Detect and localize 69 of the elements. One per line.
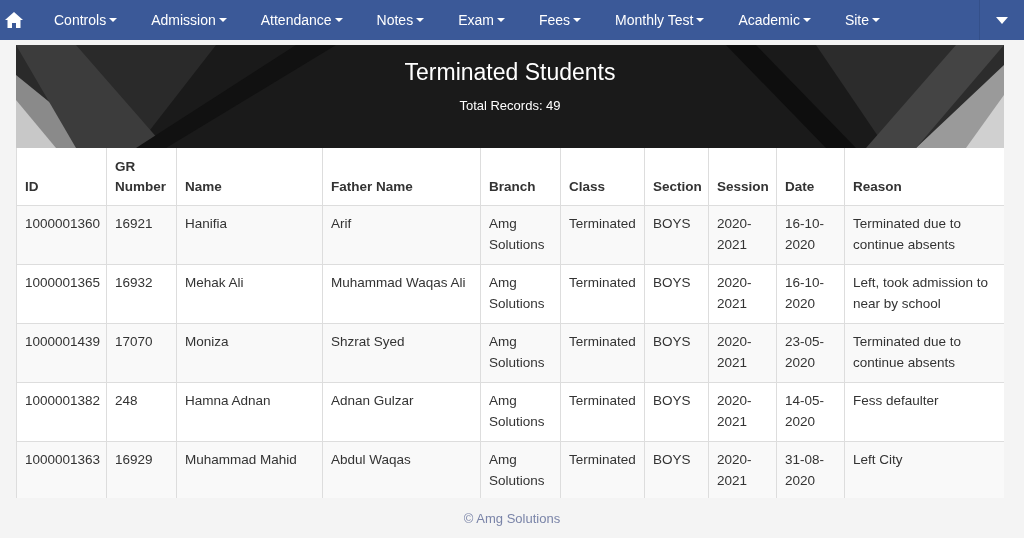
table-cell: Amg Solutions	[480, 264, 561, 324]
total-records: Total Records: 49	[459, 98, 561, 113]
table-cell: 248	[106, 382, 177, 442]
caret-icon	[872, 18, 880, 22]
column-header: Session	[708, 148, 777, 206]
table-cell: 2020-2021	[708, 264, 777, 324]
nav-menu-item[interactable]: Academic	[720, 0, 827, 40]
column-header: Date	[776, 148, 845, 206]
table-cell: 1000001360	[16, 205, 107, 265]
column-header: Class	[560, 148, 645, 206]
caret-icon	[109, 18, 118, 22]
table-cell: 17070	[106, 323, 177, 383]
column-header: Name	[176, 148, 323, 206]
table-cell: Terminated	[560, 205, 645, 265]
table-cell: Mehak Ali	[176, 264, 323, 324]
caret-icon	[696, 18, 705, 22]
nav-menu-item[interactable]: Site	[826, 0, 896, 40]
table-cell: Amg Solutions	[480, 323, 561, 383]
caret-icon	[802, 18, 811, 22]
table-cell: Muhammad Waqas Ali	[322, 264, 481, 324]
table-cell: Terminated	[560, 264, 645, 324]
table-cell: 2020-2021	[708, 323, 777, 383]
table-cell: Moniza	[176, 323, 323, 383]
column-header: GR Number	[106, 148, 177, 206]
table-cell: 1000001363	[16, 441, 107, 498]
table-cell: 2020-2021	[708, 382, 777, 442]
column-header: Branch	[480, 148, 561, 206]
table-cell: Amg Solutions	[480, 205, 561, 265]
table-cell: 16921	[106, 205, 177, 265]
caret-icon	[996, 16, 1008, 24]
caret-icon	[416, 18, 425, 22]
home-icon[interactable]	[4, 11, 24, 29]
table-cell: Adnan Gulzar	[322, 382, 481, 442]
caret-icon	[218, 18, 227, 22]
nav-menu-item[interactable]: Admission	[133, 0, 243, 40]
table-cell: 16-10-2020	[776, 264, 845, 324]
copyright-text: © Amg Solutions	[463, 510, 561, 526]
caret-icon	[496, 18, 505, 22]
nav-menu-item[interactable]: Fees	[520, 0, 598, 40]
nav-menu-item[interactable]: Controls	[36, 0, 134, 40]
table-cell: Terminated	[560, 382, 645, 442]
column-header: Section	[644, 148, 709, 206]
table-cell: 23-05-2020	[776, 323, 845, 383]
table-cell: BOYS	[644, 323, 709, 383]
table-cell: 1000001365	[16, 264, 107, 324]
table-cell: Shzrat Syed	[322, 323, 481, 383]
table-cell: BOYS	[644, 205, 709, 265]
nav-menu-item[interactable]: Attendance	[242, 0, 359, 40]
table-cell: 14-05-2020	[776, 382, 845, 442]
table-cell: 16932	[106, 264, 177, 324]
table-cell: BOYS	[644, 264, 709, 324]
table-cell: BOYS	[644, 382, 709, 442]
table-cell: Terminated	[560, 323, 645, 383]
table-cell: Amg Solutions	[480, 382, 561, 442]
table-cell: 1000001382	[16, 382, 107, 442]
column-header: ID	[16, 148, 107, 206]
table-cell: Hanifia	[176, 205, 323, 265]
page-title: Terminated Students	[404, 59, 616, 86]
table-cell: 16-10-2020	[776, 205, 845, 265]
caret-icon	[334, 18, 343, 22]
caret-icon	[573, 18, 582, 22]
table-cell: 1000001439	[16, 323, 107, 383]
table-cell: Arif	[322, 205, 481, 265]
table-cell: Hamna Adnan	[176, 382, 323, 442]
table-cell: 2020-2021	[708, 205, 777, 265]
nav-menu-item[interactable]: Exam	[440, 0, 521, 40]
nav-menu-item[interactable]: Notes	[358, 0, 441, 40]
nav-menu-item[interactable]: Monthly Test	[597, 0, 721, 40]
column-header: Father Name	[322, 148, 481, 206]
